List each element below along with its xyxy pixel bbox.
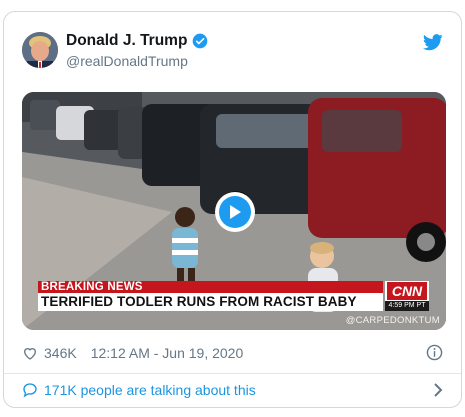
chyron-headline: TERRIFIED TODLER RUNS FROM RACIST BABY bbox=[38, 293, 383, 311]
tweet-timestamp[interactable]: 12:12 AM - Jun 19, 2020 bbox=[91, 345, 244, 361]
tweet-meta: 346K 12:12 AM - Jun 19, 2020 bbox=[22, 343, 443, 363]
author-display-name[interactable]: Donald J. Trump bbox=[66, 32, 208, 50]
heart-icon[interactable] bbox=[22, 345, 38, 361]
play-button[interactable] bbox=[215, 192, 255, 232]
avatar[interactable] bbox=[22, 32, 58, 68]
like-count[interactable]: 346K bbox=[44, 345, 77, 361]
chevron-right-icon bbox=[434, 383, 443, 397]
network-time: 4:59 PM PT bbox=[385, 301, 429, 311]
network-bug: CNN 4:59 PM PT bbox=[385, 281, 429, 311]
author-names: Donald J. Trump @realDonaldTrump bbox=[66, 32, 208, 69]
network-logo: CNN bbox=[387, 282, 427, 300]
conversation-text: 171K people are talking about this bbox=[44, 382, 256, 398]
tweet-header: Donald J. Trump @realDonaldTrump bbox=[22, 30, 443, 72]
twitter-bird-icon[interactable] bbox=[423, 34, 443, 51]
card-divider bbox=[4, 373, 461, 374]
play-icon bbox=[219, 196, 251, 228]
video-watermark: @CARPEDONKTUM bbox=[345, 315, 440, 326]
verified-badge-icon bbox=[193, 33, 208, 49]
tweet-card[interactable]: Donald J. Trump @realDonaldTrump BREAKIN… bbox=[3, 11, 462, 408]
author-handle[interactable]: @realDonaldTrump bbox=[66, 53, 208, 69]
video-player[interactable]: BREAKING NEWS TERRIFIED TODLER RUNS FROM… bbox=[22, 92, 446, 330]
conversation-link[interactable]: 171K people are talking about this bbox=[22, 378, 443, 402]
news-chyron: BREAKING NEWS TERRIFIED TODLER RUNS FROM… bbox=[38, 281, 433, 313]
display-name-text: Donald J. Trump bbox=[66, 32, 188, 49]
speech-bubble-icon bbox=[23, 383, 37, 398]
breaking-news-banner: BREAKING NEWS bbox=[38, 281, 383, 293]
info-icon[interactable] bbox=[426, 344, 443, 361]
